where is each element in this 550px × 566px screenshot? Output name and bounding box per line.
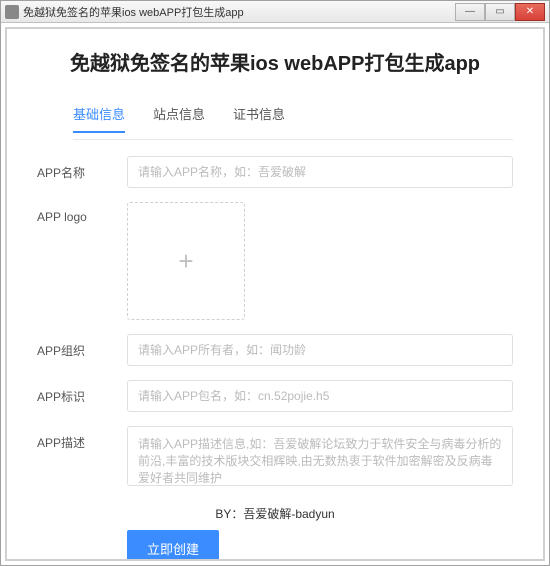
window-controls: — ▭ ✕ [455,3,545,21]
label-app-name: APP名称 [37,156,127,181]
app-window: 免越狱免签名的苹果ios webAPP打包生成app — ▭ ✕ 免越狱免签名的… [0,0,550,566]
upload-logo-box[interactable]: + [127,202,245,320]
label-app-desc: APP描述 [37,426,127,451]
app-icon [5,5,19,19]
titlebar: 免越狱免签名的苹果ios webAPP打包生成app — ▭ ✕ [1,1,549,23]
row-app-desc: APP描述 [37,426,513,491]
tab-cert[interactable]: 证书信息 [233,104,285,133]
close-button[interactable]: ✕ [515,3,545,21]
page-title: 免越狱免签名的苹果ios webAPP打包生成app [37,47,513,76]
input-app-name[interactable] [127,156,513,188]
tab-basic[interactable]: 基础信息 [73,104,125,133]
input-app-id[interactable] [127,380,513,412]
label-app-id: APP标识 [37,380,127,405]
row-app-logo: APP logo + [37,202,513,320]
tabs-divider [73,139,513,140]
content-area: 免越狱免签名的苹果ios webAPP打包生成app 基础信息 站点信息 证书信… [5,27,545,561]
plus-icon: + [178,248,193,274]
label-app-org: APP组织 [37,334,127,359]
label-app-logo: APP logo [37,202,127,224]
row-app-name: APP名称 [37,156,513,188]
row-app-org: APP组织 [37,334,513,366]
submit-row: 立即创建 [127,530,513,561]
row-app-id: APP标识 [37,380,513,412]
submit-button[interactable]: 立即创建 [127,530,219,561]
minimize-button[interactable]: — [455,3,485,21]
input-app-org[interactable] [127,334,513,366]
input-app-desc[interactable] [127,426,513,486]
byline: BY：吾爱破解-badyun [37,505,513,522]
window-title: 免越狱免签名的苹果ios webAPP打包生成app [23,4,451,20]
maximize-button[interactable]: ▭ [485,3,515,21]
tabs: 基础信息 站点信息 证书信息 [73,104,513,133]
tab-site[interactable]: 站点信息 [153,104,205,133]
